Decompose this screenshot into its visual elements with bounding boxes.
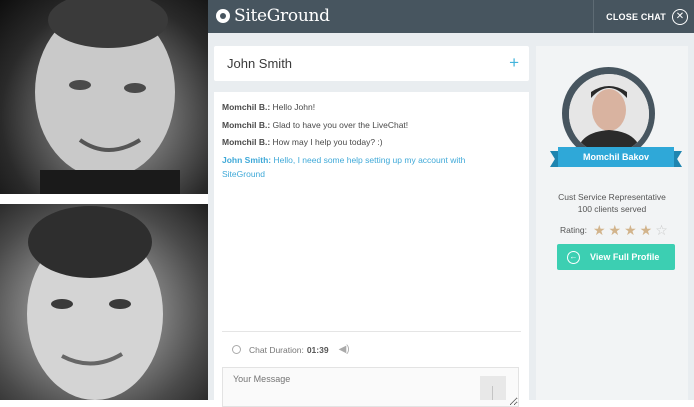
siteground-logo-icon bbox=[216, 9, 230, 23]
agent-clients-served: 100 clients served bbox=[577, 204, 647, 214]
star-filled-icon: ★ bbox=[639, 222, 653, 238]
star-filled-icon: ★ bbox=[608, 222, 622, 238]
message-text: Glad to have you over the LiveChat! bbox=[272, 120, 409, 130]
live-chat-window: SiteGround CLOSE CHAT ✕ John Smith + Mom… bbox=[208, 0, 694, 407]
rating-label: Rating: bbox=[560, 225, 587, 235]
star-empty-icon: ☆ bbox=[655, 222, 668, 238]
message-panel: Momchil B.: Hello John! Momchil B.: Glad… bbox=[214, 92, 529, 407]
message-sender: John Smith: bbox=[222, 155, 272, 165]
portrait-photo-bottom bbox=[0, 204, 208, 400]
star-filled-icon: ★ bbox=[624, 222, 637, 238]
close-icon: ✕ bbox=[672, 8, 688, 25]
photo-divider bbox=[0, 194, 208, 204]
view-full-profile-label: View Full Profile bbox=[590, 252, 660, 262]
star-filled-icon: ★ bbox=[592, 222, 606, 238]
send-button[interactable] bbox=[480, 376, 506, 400]
message-text: How may I help you today? :) bbox=[272, 137, 383, 147]
brand-name: SiteGround bbox=[234, 6, 330, 26]
close-chat-label: CLOSE CHAT bbox=[606, 11, 666, 22]
duration-value: 01:39 bbox=[306, 344, 329, 355]
agent-rating: Rating: ★ ★ ★ ★ ☆ bbox=[560, 223, 671, 237]
chat-message: Momchil B.: How may I help you today? :) bbox=[222, 135, 484, 149]
clock-icon bbox=[232, 345, 241, 354]
top-bar: SiteGround CLOSE CHAT ✕ bbox=[208, 0, 694, 33]
duration-label: Chat Duration: bbox=[249, 344, 304, 355]
chat-header: John Smith + bbox=[214, 46, 529, 81]
close-chat-button[interactable]: CLOSE CHAT ✕ bbox=[593, 0, 694, 33]
message-sender: Momchil B.: bbox=[222, 137, 271, 147]
chat-message: Momchil B.: Glad to have you over the Li… bbox=[222, 118, 484, 132]
divider bbox=[222, 331, 521, 332]
chat-message-user: John Smith: Hello, I need some help sett… bbox=[222, 153, 484, 181]
agent-role: Cust Service Representative bbox=[558, 192, 666, 202]
agent-avatar bbox=[568, 73, 649, 154]
message-text: Hello John! bbox=[272, 102, 316, 112]
portrait-photo-top bbox=[0, 0, 208, 194]
siteground-logo[interactable]: SiteGround bbox=[216, 5, 330, 27]
chat-contact-name: John Smith bbox=[227, 56, 293, 71]
agent-name: Momchil Bakov bbox=[558, 147, 674, 167]
rating-stars: ★ ★ ★ ★ ☆ bbox=[593, 223, 671, 237]
agent-profile-panel: Momchil Bakov Cust Service Representativ… bbox=[536, 46, 688, 400]
chat-message: Momchil B.: Hello John! bbox=[222, 100, 484, 114]
message-sender: Momchil B.: bbox=[222, 120, 271, 130]
arrow-left-icon: ← bbox=[567, 250, 580, 264]
agent-name-ribbon: Momchil Bakov bbox=[550, 147, 682, 167]
plus-icon[interactable]: + bbox=[509, 53, 519, 73]
view-full-profile-button[interactable]: ← View Full Profile bbox=[557, 244, 675, 270]
speaker-icon[interactable]: ◀) bbox=[339, 344, 350, 355]
chat-duration: Chat Duration: 01:39 ◀) bbox=[232, 344, 350, 355]
message-sender: Momchil B.: bbox=[222, 102, 271, 112]
message-input[interactable] bbox=[222, 367, 519, 407]
